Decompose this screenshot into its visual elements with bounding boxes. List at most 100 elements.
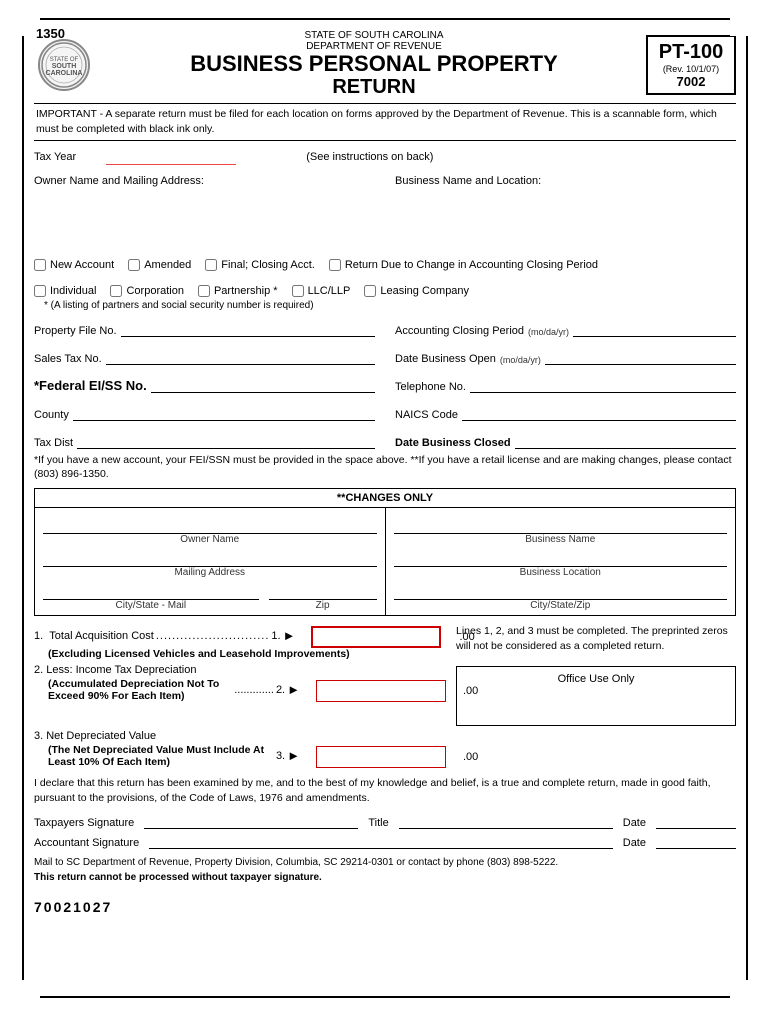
partnership-checkbox[interactable] — [198, 285, 210, 297]
warning-text: *If you have a new account, your FEI/SSN… — [34, 453, 736, 482]
naics-label: NAICS Code — [395, 409, 458, 421]
line1-row: 1. Total Acquisition Cost ..............… — [34, 624, 736, 660]
business-col: Business Name and Location: — [395, 175, 736, 245]
see-instructions: (See instructions on back) — [306, 151, 433, 163]
pt-code: 7002 — [656, 74, 726, 89]
amended-checkbox[interactable] — [128, 259, 140, 271]
arrow-icon-2: ► — [287, 682, 300, 697]
changes-right: Business Name Business Location City/Sta… — [386, 508, 736, 615]
office-use-only-label: Office Use Only — [456, 666, 736, 726]
right-col-5: Date Business Closed — [395, 427, 736, 449]
leasing-company-checkbox[interactable] — [364, 285, 376, 297]
naics-row: NAICS Code — [395, 405, 736, 421]
date-business-closed-row: Date Business Closed — [395, 433, 736, 449]
line1-sub: (Excluding Licensed Vehicles and Leaseho… — [48, 648, 446, 660]
line2-left: 2. Less: Income Tax Depreciation (Accumu… — [34, 664, 446, 726]
taxpayers-sig-row: Taxpayers Signature Title Date — [34, 813, 736, 829]
left-col-3: *Federal EI/SS No. — [34, 371, 375, 393]
telephone-input[interactable] — [470, 377, 736, 393]
corner-number: 1350 — [36, 26, 65, 41]
declaration-text: I declare that this return has been exam… — [34, 776, 736, 805]
tax-year-input[interactable] — [106, 149, 236, 165]
date-open-hint: (mo/da/yr) — [500, 355, 541, 365]
business-location-field: Business Location — [394, 551, 728, 578]
line3-row: 3. Net Depreciated Value (The Net Deprec… — [34, 730, 736, 768]
corporation-checkbox-item: Corporation — [110, 285, 183, 297]
new-account-checkbox[interactable] — [34, 259, 46, 271]
changes-grid: Owner Name Mailing Address City/State - … — [35, 508, 735, 615]
zip-clabel: Zip — [269, 600, 377, 611]
business-name-clabel: Business Name — [394, 534, 728, 545]
corporation-checkbox[interactable] — [110, 285, 122, 297]
city-state-mail-field: City/State - Mail — [43, 584, 259, 611]
business-name-label: Business Name and Location: — [395, 175, 541, 187]
accounting-closing-input[interactable] — [573, 321, 736, 337]
tax-dist-row: Tax Dist — [34, 433, 375, 449]
header-center: STATE OF SOUTH CAROLINA DEPARTMENT OF RE… — [102, 30, 646, 99]
business-name-field: Business Name — [394, 518, 728, 545]
date-label2: Date — [623, 837, 646, 849]
pt-number: PT-100 — [656, 41, 726, 64]
telephone-label: Telephone No. — [395, 381, 466, 393]
changes-only-header: **CHANGES ONLY — [35, 489, 735, 508]
two-col-fields-2: Sales Tax No. Date Business Open (mo/da/… — [34, 343, 736, 365]
corporation-label: Corporation — [126, 285, 183, 297]
tax-year-row: Tax Year (See instructions on back) — [34, 149, 736, 165]
cannot-process: This return cannot be processed without … — [34, 870, 736, 885]
taxpayers-sig-line — [144, 813, 358, 829]
right-col-2: Date Business Open (mo/da/yr) — [395, 343, 736, 365]
date-business-closed-input[interactable] — [515, 433, 736, 449]
mailing-address-clabel: Mailing Address — [43, 567, 377, 578]
tax-dist-input[interactable] — [77, 433, 375, 449]
city-zip-row: City/State - Mail Zip — [43, 578, 377, 611]
llc-llp-checkbox-item: LLC/LLP — [292, 285, 351, 297]
owner-name-label: Owner Name and Mailing Address: — [34, 175, 204, 187]
tax-dist-label: Tax Dist — [34, 437, 73, 449]
county-row: County — [34, 405, 375, 421]
agency-line1: STATE OF SOUTH CAROLINA — [102, 30, 646, 41]
line1-input[interactable] — [313, 631, 459, 643]
line2-input-row: (Accumulated Depreciation Not To Exceed … — [34, 678, 446, 702]
date-business-open-input[interactable] — [545, 349, 736, 365]
two-col-fields-3: *Federal EI/SS No. Telephone No. — [34, 371, 736, 393]
line2-sub: (Accumulated Depreciation Not To Exceed … — [48, 678, 232, 702]
line1-num: 1. — [271, 630, 280, 642]
owner-name-clabel: Owner Name — [43, 534, 377, 545]
return-due-checkbox[interactable] — [329, 259, 341, 271]
city-state-zip-field: City/State/Zip — [394, 584, 728, 611]
pt-revision: (Rev. 10/1/07) — [656, 64, 726, 74]
final-closing-checkbox-item: Final; Closing Acct. — [205, 259, 315, 271]
line1-input-box: .00 — [311, 626, 441, 648]
individual-checkbox[interactable] — [34, 285, 46, 297]
line2-num: 2. — [276, 684, 285, 696]
logo-box: STATE OF SOUTH CAROLINA — [34, 39, 94, 91]
line3-left: 3. Net Depreciated Value (The Net Deprec… — [34, 730, 446, 768]
federal-ei-input[interactable] — [151, 377, 375, 393]
date-business-closed-label: Date Business Closed — [395, 437, 511, 449]
date-line — [656, 813, 736, 829]
header-section: STATE OF SOUTH CAROLINA STATE OF SOUTH C… — [34, 28, 736, 99]
new-account-label: New Account — [50, 259, 114, 271]
sales-tax-input[interactable] — [106, 349, 375, 365]
line1-note: Lines 1, 2, and 3 must be completed. The… — [456, 624, 736, 660]
line2-input[interactable] — [317, 685, 463, 697]
line1-label-row: 1. Total Acquisition Cost ..............… — [34, 624, 446, 648]
changes-left: Owner Name Mailing Address City/State - … — [35, 508, 386, 615]
sales-tax-row: Sales Tax No. — [34, 349, 375, 365]
line3-input[interactable] — [317, 751, 463, 763]
line3-num: 3. — [276, 750, 285, 762]
naics-input[interactable] — [462, 405, 736, 421]
return-due-label: Return Due to Change in Accounting Closi… — [345, 259, 598, 271]
return-due-checkbox-item: Return Due to Change in Accounting Closi… — [329, 259, 598, 271]
office-use-only-box: Office Use Only — [456, 664, 736, 726]
two-col-fields-1: Property File No. Accounting Closing Per… — [34, 315, 736, 337]
checkboxes-row2: Individual Corporation Partnership * LLC… — [34, 285, 736, 297]
county-input[interactable] — [73, 405, 375, 421]
line2-label: 2. Less: Income Tax Depreciation — [34, 664, 446, 676]
property-file-input[interactable] — [121, 321, 375, 337]
right-col-3: Telephone No. — [395, 371, 736, 393]
llc-llp-checkbox[interactable] — [292, 285, 304, 297]
changes-only-box: **CHANGES ONLY Owner Name Mailing Addres… — [34, 488, 736, 616]
mail-text: Mail to SC Department of Revenue, Proper… — [34, 855, 736, 885]
final-closing-checkbox[interactable] — [205, 259, 217, 271]
